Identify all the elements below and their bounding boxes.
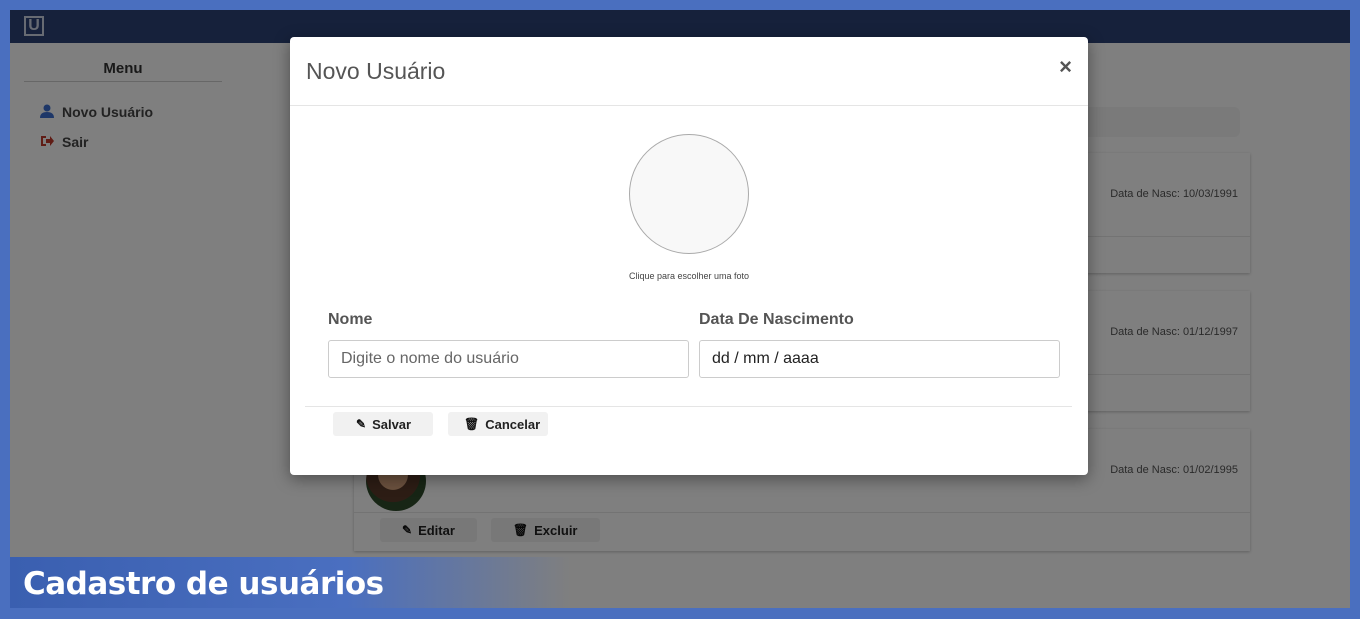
save-label: Salvar [372, 416, 412, 432]
modal-divider [305, 406, 1072, 407]
photo-hint: Clique para escolher uma foto [628, 271, 750, 281]
name-input[interactable] [328, 340, 689, 378]
name-label: Nome [328, 311, 373, 328]
caption-banner: Cadastro de usuários [10, 557, 570, 608]
birth-date-label: Data De Nascimento [699, 311, 854, 328]
caption-text: Cadastro de usuários [23, 566, 384, 602]
close-icon[interactable]: × [1059, 54, 1072, 80]
cancel-button[interactable]: 🗑 Cancelar [448, 412, 548, 436]
new-user-modal: Novo Usuário × Clique para escolher uma … [290, 37, 1088, 475]
edit-icon: ✎ [356, 417, 367, 431]
modal-actions: ✎ Salvar 🗑 Cancelar [333, 412, 548, 436]
birth-date-input[interactable]: dd / mm / aaaa [699, 340, 1060, 378]
app-frame: U Menu Novo Usuário Sair Data de Nasc: 1… [10, 10, 1350, 608]
photo-picker[interactable] [629, 134, 749, 254]
trash-icon: 🗑 [464, 417, 480, 431]
modal-title: Novo Usuário [306, 58, 446, 84]
modal-header: Novo Usuário × [290, 37, 1088, 106]
cancel-label: Cancelar [485, 416, 541, 432]
save-button[interactable]: ✎ Salvar [333, 412, 433, 436]
